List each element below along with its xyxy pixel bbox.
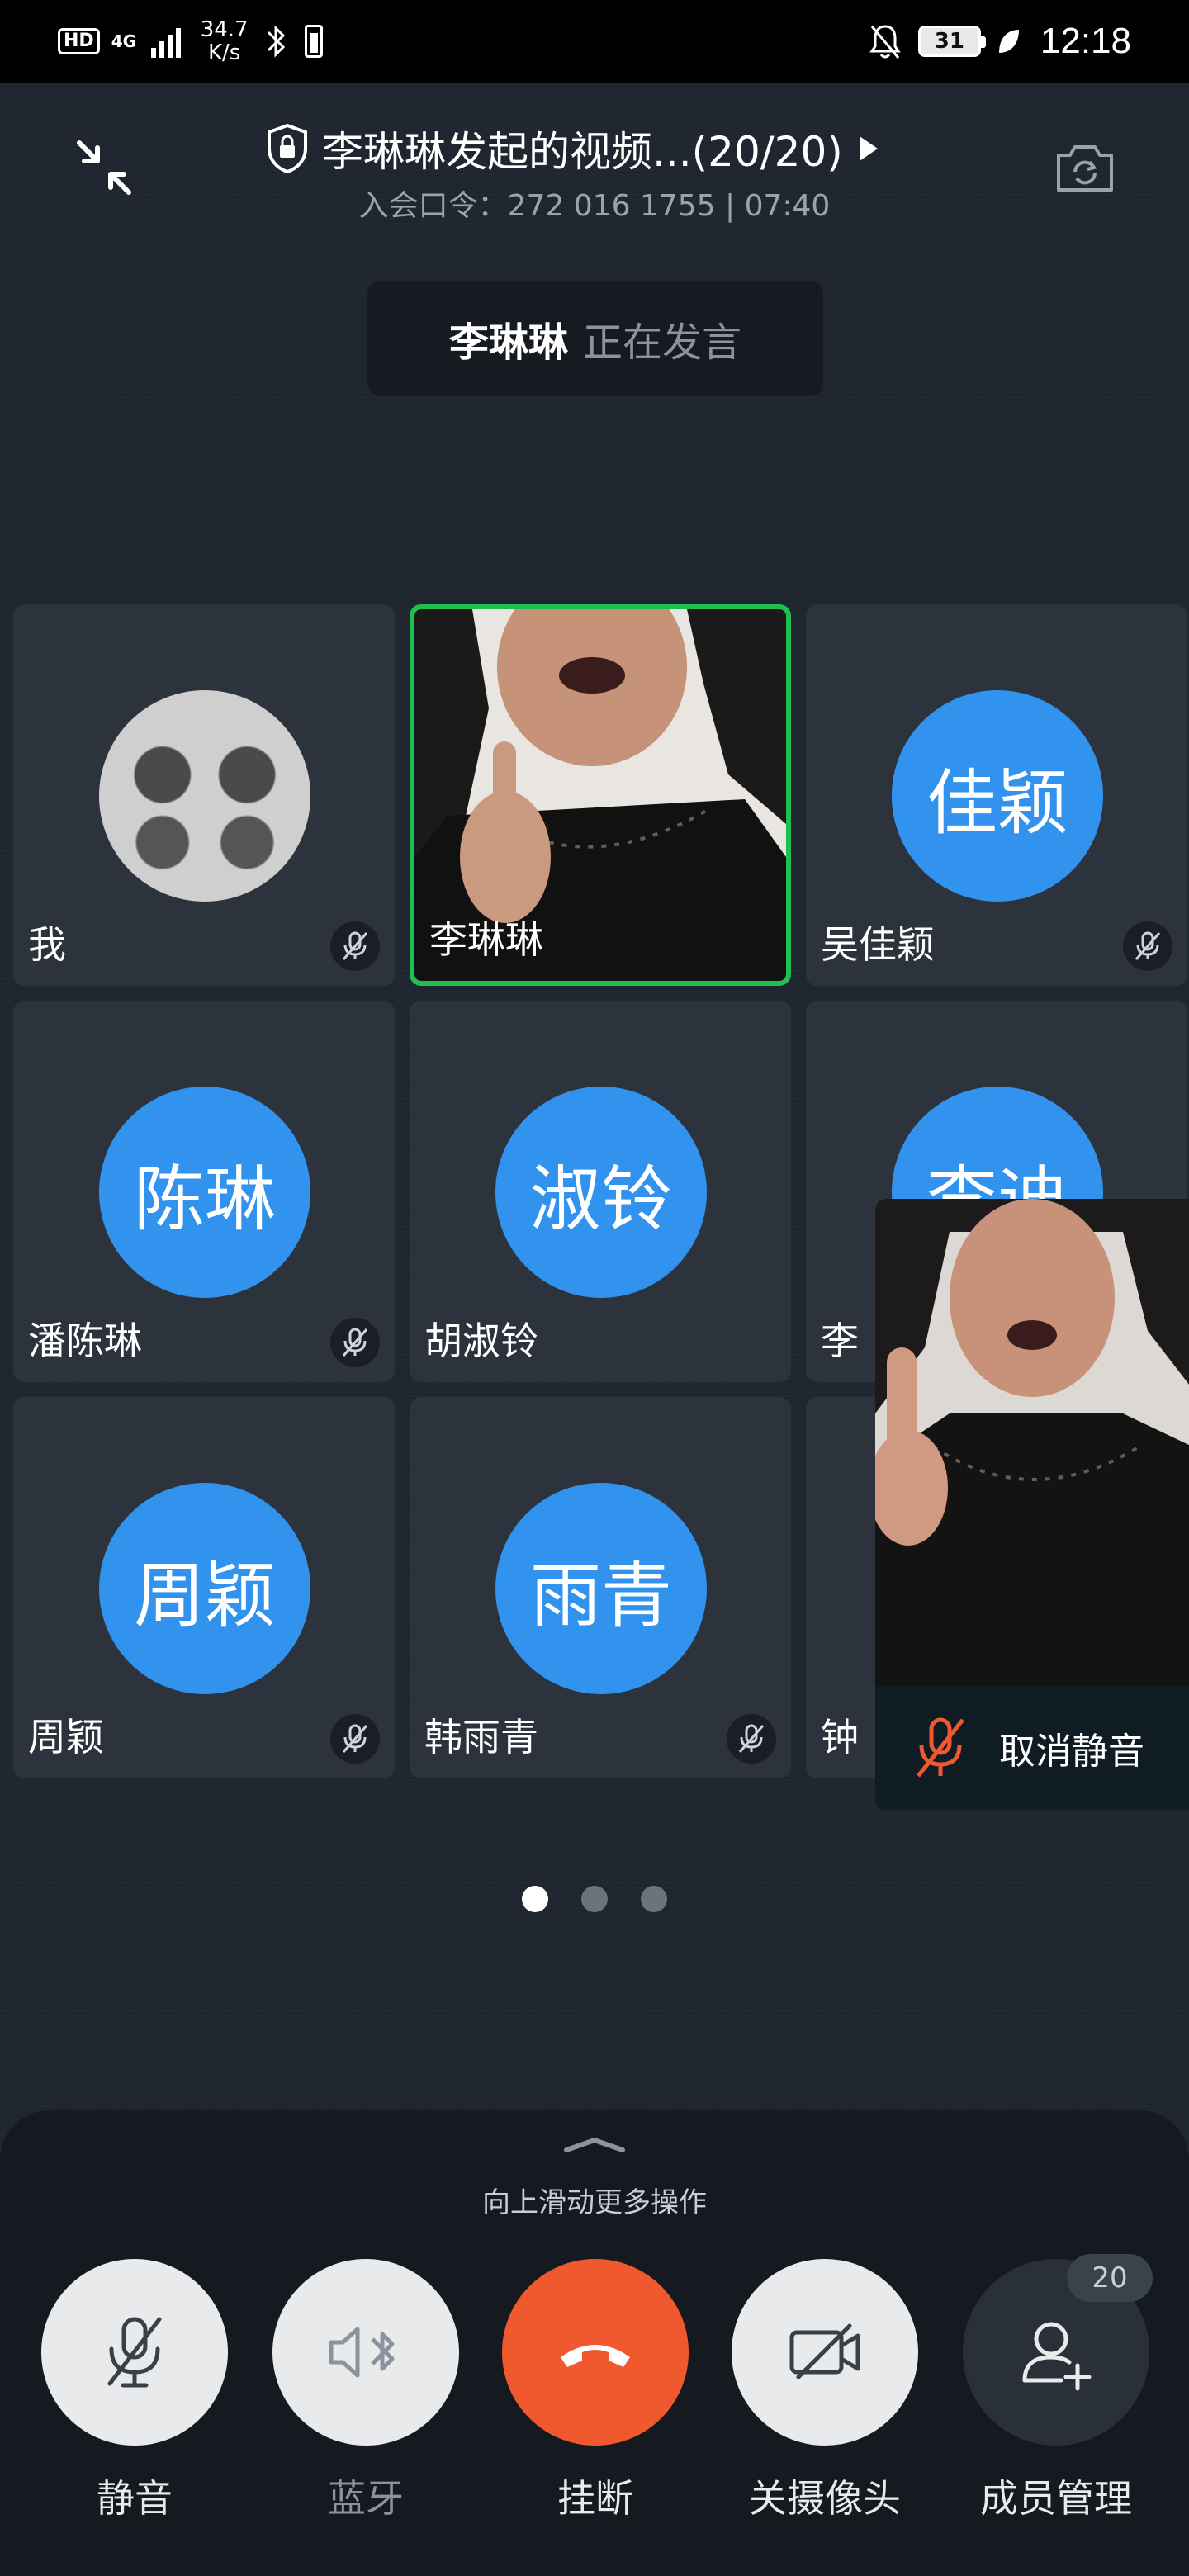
page-dot[interactable]	[641, 1886, 667, 1912]
camera-off-icon	[789, 2323, 860, 2379]
active-speaker-banner: 李琳琳 正在发言	[367, 281, 823, 396]
signal-icon	[150, 25, 181, 58]
mic-muted-icon	[330, 1318, 380, 1367]
speaker-name: 李琳琳	[448, 320, 568, 366]
battery-icon: 31	[917, 26, 986, 57]
mute-button[interactable]	[41, 2259, 228, 2446]
participant-name: 潘陈琳	[28, 1319, 142, 1363]
speaker-status: 正在发言	[583, 320, 742, 366]
hangup-label: 挂断	[557, 2476, 633, 2521]
meeting-title-bar[interactable]: 李琳琳发起的视频...(20/20)	[264, 120, 941, 178]
participant-tile[interactable]: 雨青 韩雨青	[410, 1397, 791, 1778]
swipe-hint: 向上滑动更多操作	[482, 2186, 707, 2219]
participant-tile[interactable]: 我	[13, 604, 395, 986]
profile-photo	[99, 690, 310, 902]
hd-voice-icon: HD	[58, 28, 100, 54]
avatar: 佳颖	[892, 690, 1103, 902]
mic-muted-icon	[727, 1714, 776, 1764]
mic-off-icon	[107, 2317, 162, 2388]
leaf-icon	[998, 30, 1019, 53]
participant-name: 李	[821, 1319, 859, 1363]
participant-tile[interactable]: 淑铃 胡淑铃	[410, 1001, 791, 1382]
participant-name: 我	[28, 922, 66, 967]
self-video-feed	[875, 1199, 1189, 1686]
camera-off-button[interactable]	[732, 2259, 918, 2446]
add-member-icon	[1022, 2322, 1092, 2391]
bluetooth-button[interactable]	[272, 2259, 459, 2446]
shield-lock-icon	[268, 123, 307, 174]
participant-name: 胡淑铃	[424, 1319, 538, 1363]
network-type: 4G	[111, 31, 137, 51]
chevron-up-icon[interactable]	[561, 2135, 628, 2155]
avatar: 周颖	[99, 1483, 310, 1694]
clock: 12:18	[1040, 21, 1131, 61]
member-management-label: 成员管理	[980, 2476, 1132, 2521]
member-control[interactable]: 20 成员管理	[963, 2254, 1153, 2523]
participant-name: 周颖	[28, 1715, 104, 1759]
mic-muted-icon	[330, 1714, 380, 1764]
hangup-control[interactable]: 挂断	[502, 2259, 689, 2523]
participant-tile[interactable]: 佳颖 吴佳颖	[806, 604, 1187, 986]
speed-value: 34.7	[200, 17, 249, 42]
camera-off-label: 关摄像头	[749, 2476, 901, 2521]
bell-off-icon	[869, 25, 901, 59]
avatar: 雨青	[495, 1483, 707, 1694]
mic-off-icon	[917, 1717, 964, 1778]
mic-muted-icon	[1123, 921, 1172, 971]
switch-camera-icon[interactable]	[1054, 139, 1116, 197]
page-dot[interactable]	[581, 1886, 608, 1912]
meeting-passcode: 入会口令：272 016 1755 | 07:40	[358, 189, 831, 223]
hangup-button[interactable]	[502, 2259, 689, 2446]
status-bar: HD 4G 34.7 K/s 31 12:18	[0, 0, 1189, 83]
control-panel[interactable]: 向上滑动更多操作 静音 蓝牙 挂断 关摄像头 20 成员管理	[0, 2110, 1189, 2576]
meeting-title: 李琳琳发起的视频...(20/20)	[322, 128, 843, 176]
bluetooth-speaker-icon	[329, 2327, 395, 2378]
participant-name: 吴佳颖	[821, 922, 935, 967]
unmute-label: 取消静音	[999, 1731, 1144, 1773]
unmute-button[interactable]: 取消静音	[875, 1686, 1189, 1810]
bluetooth-icon	[267, 25, 285, 58]
camera-control[interactable]: 关摄像头	[732, 2259, 918, 2523]
hangup-icon	[561, 2345, 630, 2367]
participant-tile[interactable]: 陈琳 潘陈琳	[13, 1001, 395, 1382]
bluetooth-control[interactable]: 蓝牙	[272, 2259, 459, 2523]
participant-tile-active[interactable]: 李琳琳	[410, 604, 791, 986]
member-count-badge: 20	[1067, 2254, 1153, 2302]
network-speed: 34.7 K/s	[201, 18, 249, 64]
play-arrow-icon	[859, 136, 878, 161]
page-indicator[interactable]	[0, 1886, 1189, 1912]
participant-name: 韩雨青	[424, 1715, 538, 1759]
mic-muted-icon	[330, 921, 380, 971]
participant-tile[interactable]: 周颖 周颖	[13, 1397, 395, 1778]
member-management-button[interactable]: 20	[963, 2254, 1153, 2446]
avatar: 陈琳	[99, 1087, 310, 1298]
participant-name: 钟	[821, 1715, 859, 1759]
avatar: 淑铃	[495, 1087, 707, 1298]
page-dot-active[interactable]	[522, 1886, 548, 1912]
mute-control[interactable]: 静音	[41, 2259, 228, 2523]
mute-label: 静音	[97, 2476, 173, 2521]
small-battery-icon	[304, 25, 323, 58]
participant-name: 李琳琳	[429, 917, 543, 962]
bluetooth-label: 蓝牙	[328, 2476, 404, 2521]
speed-unit: K/s	[207, 40, 241, 65]
self-video-window[interactable]: 取消静音	[875, 1199, 1189, 1810]
